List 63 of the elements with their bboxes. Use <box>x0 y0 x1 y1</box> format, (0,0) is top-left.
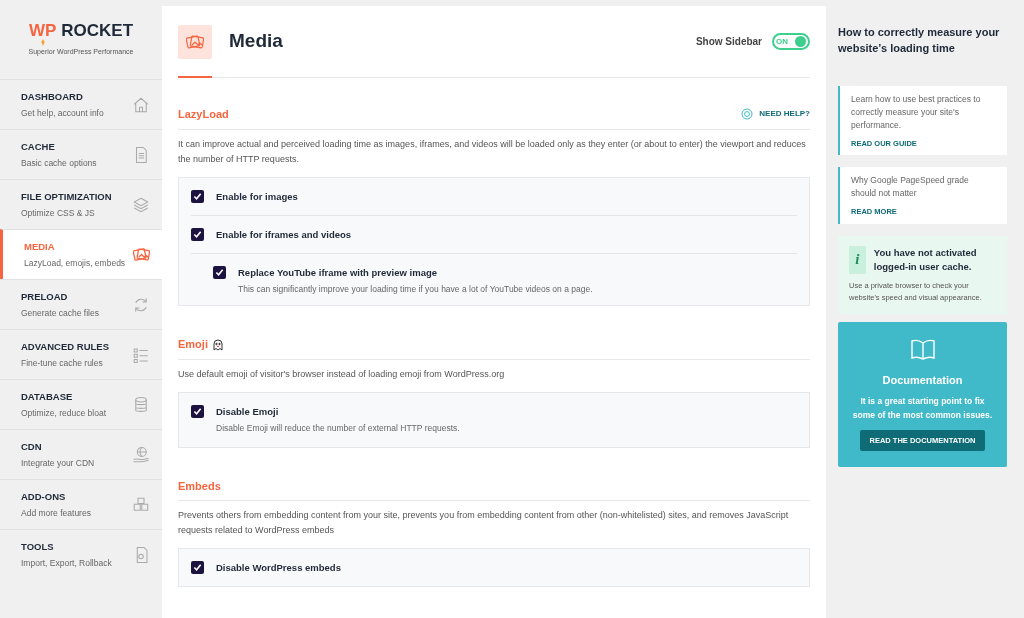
option-description: This can significantly improve your loading time if you have a lot of YouTube videos on a page. <box>238 282 593 296</box>
nav-item-subtitle: Add more features <box>21 506 92 520</box>
option-label: Enable for iframes and videos <box>216 227 352 241</box>
nav-item-title: MEDIA <box>24 239 56 254</box>
option-description: Disable Emoji will reduce the number of external HTTP requests. <box>216 421 460 435</box>
nav-item-title: PRELOAD <box>21 289 69 304</box>
sidebar-heading: How to correctly measure your website’s loading time <box>838 25 1001 56</box>
nav-item-title: DASHBOARD <box>21 89 84 104</box>
section-title: Embeds <box>178 478 221 494</box>
nav-item-subtitle: Fine-tune cache rules <box>21 356 104 370</box>
need-help-link[interactable]: NEED HELP? <box>741 108 810 121</box>
nav-item-title: FILE OPTIMIZATION <box>21 189 113 204</box>
section-description: Prevents others from embedding content from your site, prevents you from embedding content from other (non-whitelisted) sites, and removes JavaScript requests related to WordPress embeds <box>178 509 790 537</box>
images-icon <box>133 247 150 262</box>
nav-item-subtitle: Optimize, reduce bloat <box>21 406 108 420</box>
layers-icon <box>132 195 150 214</box>
nav-item-title: DATABASE <box>21 389 74 404</box>
boxes-icon <box>132 495 150 514</box>
documentation-text: It is a great starting point to fix some of the most common issues. <box>851 395 994 422</box>
home-icon <box>132 95 150 114</box>
ghost-emoji-icon <box>211 338 224 351</box>
nav-item-subtitle: Import, Export, Rollback <box>21 556 113 570</box>
nav-item-subtitle: Basic cache options <box>21 156 98 170</box>
logo-drawing: WP <box>28 21 57 46</box>
show-sidebar-label: Show Sidebar <box>695 35 762 49</box>
lifebuoy-icon <box>741 108 754 121</box>
info-icon: i <box>849 245 866 274</box>
section-title: Emoji <box>178 337 208 353</box>
article-text: Learn how to use best practices to correctly measure your site's performance. <box>851 93 982 132</box>
globe-hand-icon <box>132 445 150 464</box>
page-title: Media <box>229 29 283 54</box>
documentation-title: Documentation <box>882 372 963 388</box>
article-text: Why Google PageSpeed grade should not matter <box>851 174 970 201</box>
section-description: It can improve actual and perceived loading time as images, iframes, and videos will be loaded only as they enter (or about to enter) the viewport and reduces the number of HTTP requests. <box>178 137 807 166</box>
nav-item-subtitle: Optimize CSS & JS <box>21 206 96 220</box>
logo-text: ROCKET <box>61 21 134 39</box>
option-label: Disable WordPress embeds <box>216 561 341 574</box>
section-title: LazyLoad <box>178 107 229 122</box>
nav-item-subtitle: LazyLoad, emojis, embeds <box>24 256 127 270</box>
checkbox[interactable] <box>191 189 204 203</box>
book-icon <box>909 337 936 362</box>
list-icon <box>132 345 150 364</box>
nav-item-title: ADVANCED RULES <box>21 339 110 354</box>
nav-item-title: CDN <box>21 439 43 454</box>
notice-title: You have not activated logged-in user cache. <box>873 245 978 274</box>
checkbox[interactable] <box>191 561 204 574</box>
option-label: Replace YouTube iframe with preview image <box>238 265 439 279</box>
option-label: Disable Emoji <box>216 404 280 418</box>
checkbox[interactable] <box>191 404 204 418</box>
nav-item-title: ADD-ONS <box>21 489 67 504</box>
nav-item-title: CACHE <box>21 139 56 154</box>
media-page-icon <box>178 24 212 59</box>
checkbox[interactable] <box>213 265 226 279</box>
option-label: Enable for images <box>216 189 298 203</box>
checkbox[interactable] <box>191 227 204 241</box>
section-description: Use default emoji of visitor's browser instead of loading emoji from WordPress.org <box>178 367 506 381</box>
refresh-icon <box>132 295 150 314</box>
nav-item-subtitle: Integrate your CDN <box>21 456 96 470</box>
nav-item-subtitle: Generate cache files <box>21 306 100 320</box>
database-icon <box>132 395 150 414</box>
nav-item-subtitle: Get help, account info <box>21 106 105 120</box>
nav-item[interactable]: MEDIA LazyLoad, emojis, embeds <box>0 229 162 279</box>
nav-item-title: TOOLS <box>21 539 55 554</box>
